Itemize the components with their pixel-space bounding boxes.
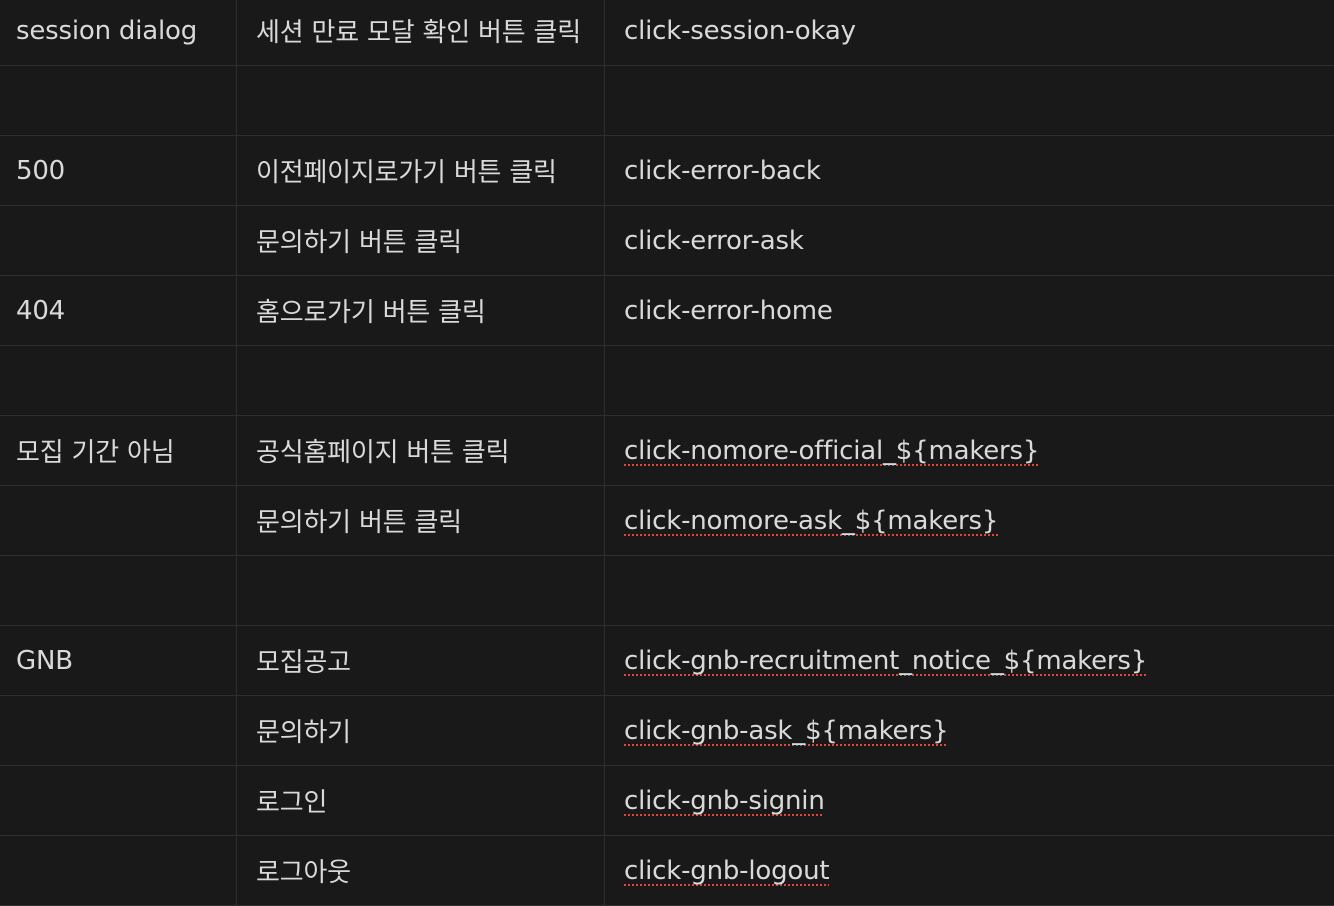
cell-text: 404 <box>16 295 66 326</box>
table-cell-page[interactable] <box>0 836 237 906</box>
cell-text: 공식홈페이지 버튼 클릭 <box>256 438 510 468</box>
table-cell-page[interactable]: session dialog <box>0 0 237 66</box>
table-cell-event[interactable]: click-error-home <box>605 276 1334 346</box>
cell-text: 이전페이지로가기 버튼 클릭 <box>256 158 557 188</box>
table-cell-event[interactable]: click-session-okay <box>605 0 1334 66</box>
table-cell-page[interactable]: 404 <box>0 276 237 346</box>
cell-text: click-error-back <box>624 155 821 186</box>
table-cell-event[interactable]: click-error-back <box>605 136 1334 206</box>
table-cell-event[interactable]: click-nomore-ask_${makers} <box>605 486 1334 556</box>
cell-text: click-gnb-signin <box>624 785 825 816</box>
cell-text: 모집 기간 아님 <box>16 438 175 468</box>
cell-text: 문의하기 버튼 클릭 <box>256 228 462 258</box>
table-cell-action[interactable]: 홈으로가기 버튼 클릭 <box>237 276 605 346</box>
table-cell-action[interactable] <box>237 66 605 136</box>
table-cell-page[interactable] <box>0 346 237 416</box>
table-cell-action[interactable]: 로그아웃 <box>237 836 605 906</box>
table-cell-event[interactable]: click-error-ask <box>605 206 1334 276</box>
table-cell-page[interactable] <box>0 556 237 626</box>
cell-text: click-gnb-logout <box>624 855 830 886</box>
cell-text: 로그아웃 <box>256 858 351 888</box>
table-cell-event[interactable]: click-gnb-logout <box>605 836 1334 906</box>
cell-text: 문의하기 <box>256 718 351 748</box>
cell-text: click-nomore-ask_${makers} <box>624 505 999 536</box>
cell-text: 500 <box>16 155 66 186</box>
cell-text: click-gnb-ask_${makers} <box>624 715 949 746</box>
event-table: session dialog 세션 만료 모달 확인 버튼 클릭 click-s… <box>0 0 1334 906</box>
cell-text: 모집공고 <box>256 648 351 678</box>
table-cell-action[interactable] <box>237 556 605 626</box>
cell-text: click-error-home <box>624 295 833 326</box>
table-cell-action[interactable]: 문의하기 <box>237 696 605 766</box>
table-cell-page[interactable] <box>0 206 237 276</box>
table-cell-action[interactable]: 문의하기 버튼 클릭 <box>237 206 605 276</box>
table-cell-page[interactable] <box>0 66 237 136</box>
table-cell-event[interactable] <box>605 556 1334 626</box>
table-cell-page[interactable]: 모집 기간 아님 <box>0 416 237 486</box>
table-cell-page[interactable] <box>0 696 237 766</box>
table-cell-event[interactable]: click-nomore-official_${makers} <box>605 416 1334 486</box>
table-cell-action[interactable]: 이전페이지로가기 버튼 클릭 <box>237 136 605 206</box>
table-cell-event[interactable] <box>605 66 1334 136</box>
table-cell-event[interactable] <box>605 346 1334 416</box>
table-cell-action[interactable]: 공식홈페이지 버튼 클릭 <box>237 416 605 486</box>
table-cell-page[interactable]: 500 <box>0 136 237 206</box>
table-cell-action[interactable] <box>237 346 605 416</box>
table-cell-event[interactable]: click-gnb-recruitment_notice_${makers} <box>605 626 1334 696</box>
cell-text: click-error-ask <box>624 225 804 256</box>
cell-text: click-nomore-official_${makers} <box>624 435 1040 466</box>
table-cell-action[interactable]: 로그인 <box>237 766 605 836</box>
cell-text: click-gnb-recruitment_notice_${makers} <box>624 645 1148 676</box>
table-cell-page[interactable]: GNB <box>0 626 237 696</box>
cell-text: 로그인 <box>256 788 328 818</box>
cell-text: 문의하기 버튼 클릭 <box>256 508 462 538</box>
table-cell-action[interactable]: 문의하기 버튼 클릭 <box>237 486 605 556</box>
cell-text: 세션 만료 모달 확인 버튼 클릭 <box>256 18 581 48</box>
cell-text: 홈으로가기 버튼 클릭 <box>256 298 486 328</box>
cell-text: session dialog <box>16 15 198 46</box>
table-cell-action[interactable]: 모집공고 <box>237 626 605 696</box>
table-cell-page[interactable] <box>0 766 237 836</box>
cell-text: GNB <box>16 645 73 676</box>
table-cell-event[interactable]: click-gnb-signin <box>605 766 1334 836</box>
table-cell-action[interactable]: 세션 만료 모달 확인 버튼 클릭 <box>237 0 605 66</box>
table-cell-event[interactable]: click-gnb-ask_${makers} <box>605 696 1334 766</box>
table-cell-page[interactable] <box>0 486 237 556</box>
cell-text: click-session-okay <box>624 15 856 46</box>
